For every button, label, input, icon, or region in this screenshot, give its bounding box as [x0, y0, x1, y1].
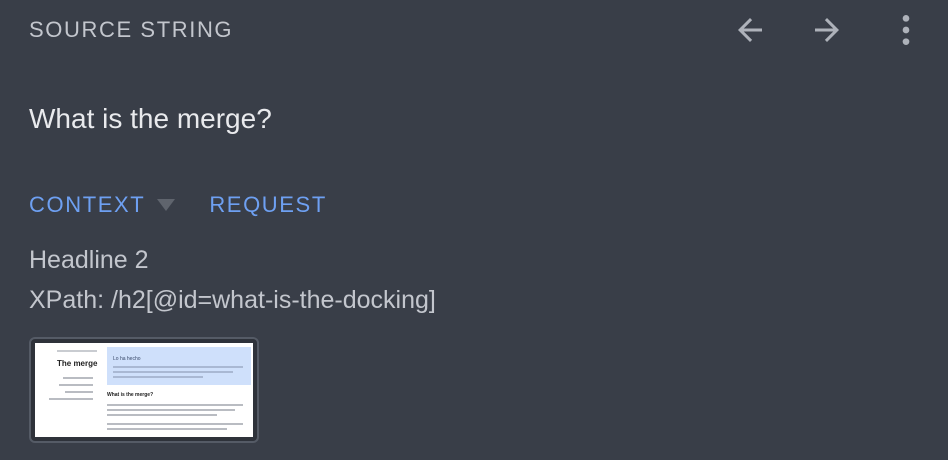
thumb-body-line	[107, 428, 227, 430]
more-options-button[interactable]	[886, 10, 926, 50]
thumb-nav-item	[63, 377, 93, 379]
arrow-left-icon	[738, 18, 762, 42]
context-dropdown-toggle[interactable]	[157, 198, 176, 212]
thumb-nav-item	[49, 398, 93, 400]
next-button[interactable]	[807, 10, 847, 50]
thumb-section-heading: What is the merge?	[107, 392, 154, 398]
tab-context[interactable]: CONTEXT	[29, 192, 145, 218]
thumb-banner-line	[113, 371, 233, 373]
thumb-nav-line	[57, 350, 97, 352]
thumb-page-title: The merge	[57, 359, 98, 368]
thumb-banner-line	[113, 376, 203, 378]
previous-button[interactable]	[730, 10, 770, 50]
thumb-nav-item	[65, 391, 93, 393]
xpath-label: XPath: /h2[@id=what-is-the-docking]	[29, 286, 436, 314]
thumb-banner-title: Lo ha hecho	[113, 356, 141, 362]
arrow-right-icon	[815, 18, 839, 42]
panel-title: SOURCE STRING	[29, 17, 234, 42]
thumbnail-page-preview: The merge Lo ha hecho What is the merge?	[35, 343, 253, 437]
context-tabs: CONTEXT REQUEST	[29, 192, 327, 218]
more-vert-icon	[902, 15, 910, 45]
thumb-body-line	[107, 423, 243, 425]
thumb-body-line	[107, 414, 217, 416]
source-string-text: What is the merge?	[29, 103, 272, 134]
thumb-nav-item	[59, 384, 93, 386]
element-type-label: Headline 2	[29, 246, 149, 274]
thumb-body-line	[107, 409, 235, 411]
tab-request[interactable]: REQUEST	[209, 192, 327, 218]
thumb-banner-line	[113, 366, 243, 368]
thumb-body-line	[107, 404, 243, 406]
context-screenshot-thumbnail[interactable]: The merge Lo ha hecho What is the merge?	[29, 337, 259, 443]
caret-down-icon	[157, 199, 176, 211]
